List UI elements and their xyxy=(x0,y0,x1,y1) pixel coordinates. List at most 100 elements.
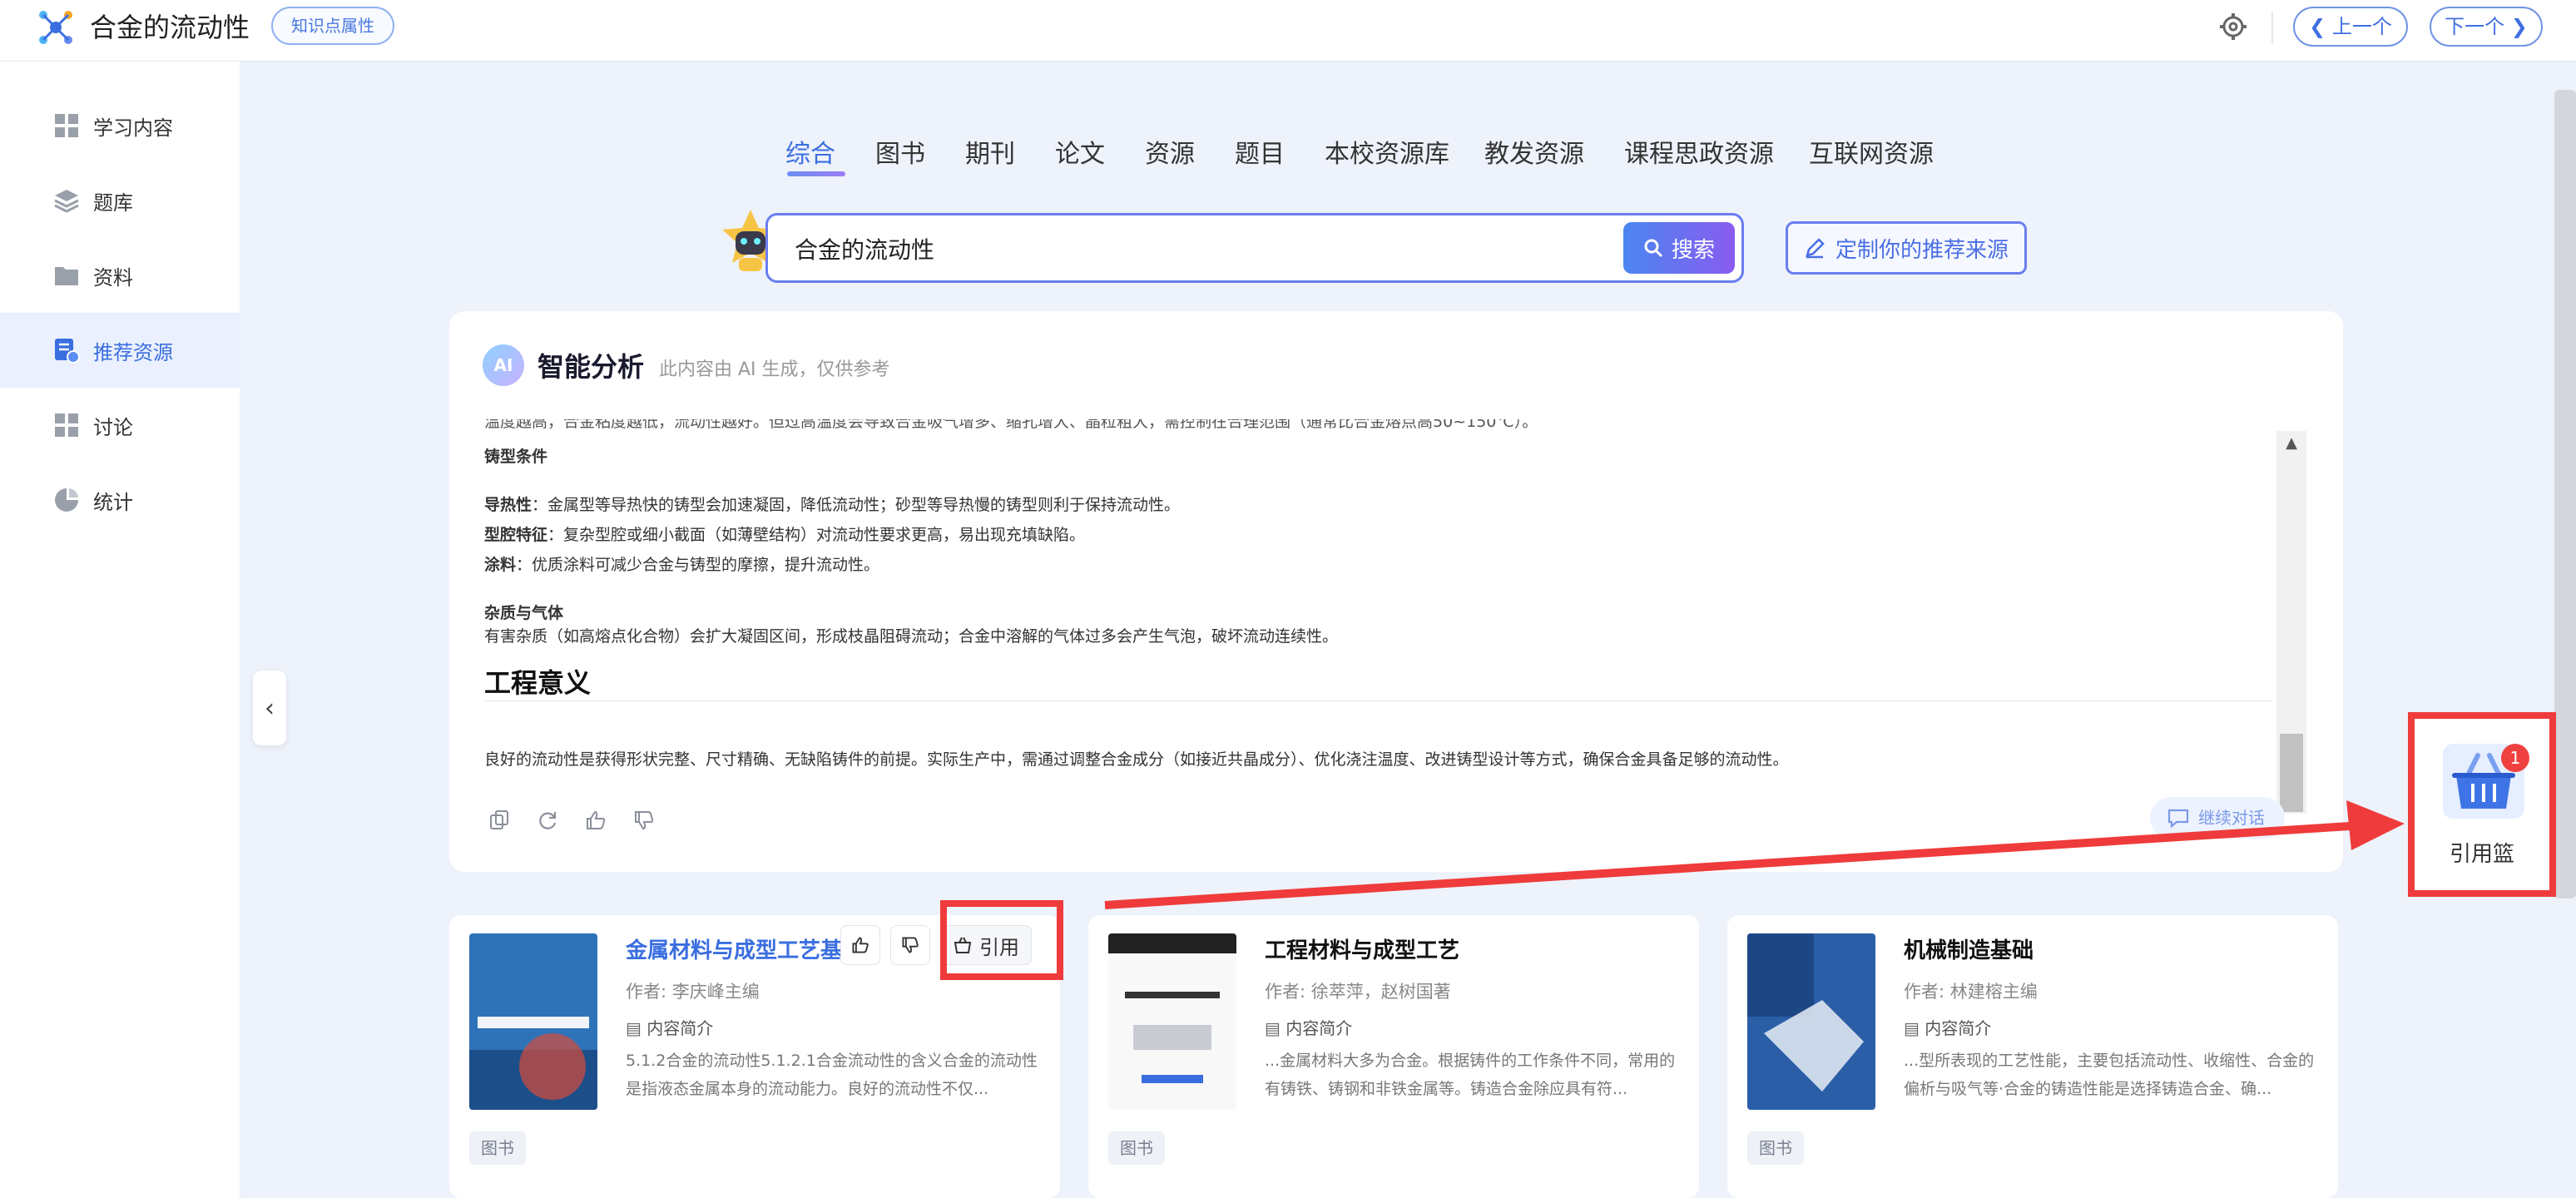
tab-internet[interactable]: 互联网资源 xyxy=(1809,133,1934,170)
ai-title: 智能分析 xyxy=(537,351,645,383)
sidebar-item-label: 讨论 xyxy=(93,415,133,439)
intro-text: 5.1.2合金的流动性5.1.2.1合金流动性的含义合金的流动性是指液态金属本身… xyxy=(626,1052,1038,1098)
tab-books[interactable]: 图书 xyxy=(875,133,925,170)
page-scrollbar[interactable] xyxy=(2554,90,2576,898)
tab-comprehensive[interactable]: 综合 xyxy=(785,133,835,170)
book-title[interactable]: 机械制造基础 xyxy=(1904,933,2034,964)
thumbs-down-icon xyxy=(902,937,919,953)
book-title[interactable]: 工程材料与成型工艺 xyxy=(1265,933,1459,964)
tab-questions[interactable]: 题目 xyxy=(1235,133,1285,170)
type-tag: 图书 xyxy=(469,1131,526,1165)
page-title: 合金的流动性 xyxy=(90,12,250,43)
ai-cut-line: 温度越高，合金粘度越低，流动性越好。但过高温度会导致合金吸气增多、缩孔增大、晶粒… xyxy=(484,419,1538,431)
search-box: 搜索 xyxy=(765,213,1744,283)
cite-highlight-box xyxy=(940,900,1063,980)
intro-label: 内容简介 xyxy=(626,1015,713,1039)
sidebar-item-label: 推荐资源 xyxy=(93,340,173,364)
prev-button[interactable]: ❮ 上一个 xyxy=(2293,7,2408,47)
book-cover-image xyxy=(469,933,597,1110)
gear-icon[interactable] xyxy=(2217,10,2250,43)
ai-text: ：优质涂料可减少合金与铸型的摩擦，提升流动性。 xyxy=(516,556,880,574)
result-card[interactable]: 机械制造基础 作者: 林建榕主编 内容简介 ...型所表现的工艺性能，主要包括流… xyxy=(1727,915,2338,1198)
ai-line-cavity: 型腔特征：复杂型腔或细小截面（如薄壁结构）对流动性要求更高，易出现充填缺陷。 xyxy=(484,522,1085,545)
ai-line-thermal: 导热性：金属型等导热快的铸型会加速凝固，降低流动性；砂型等导热慢的铸型则利于保持… xyxy=(484,493,1180,515)
sidebar-item-label: 学习内容 xyxy=(93,116,173,140)
intro-text: ...金属材料大多为合金。根据铸件的工作条件不同，常用的有铸铁、铸钢和非铁金属等… xyxy=(1265,1052,1676,1098)
search-icon xyxy=(1644,239,1663,258)
ai-disclaimer: 此内容由 AI 生成，仅供参考 xyxy=(659,359,890,380)
search-button-label: 搜索 xyxy=(1671,237,1715,263)
sidebar-item-recommend[interactable]: 推荐资源 xyxy=(0,313,240,388)
knowledge-attr-badge[interactable]: 知识点属性 xyxy=(271,7,394,45)
continue-chat-label: 继续对话 xyxy=(2198,808,2265,828)
chat-icon xyxy=(2167,809,2189,829)
ai-heading-impurity: 杂质与气体 xyxy=(484,601,563,623)
like-button[interactable] xyxy=(840,925,880,965)
sidebar-item-label: 题库 xyxy=(93,191,133,215)
recommend-icon xyxy=(55,339,80,364)
header-divider xyxy=(2271,12,2273,43)
ai-analysis-panel: AI 智能分析 此内容由 AI 生成，仅供参考 温度越高，合金粘度越低，流动性越… xyxy=(449,311,2343,872)
book-title[interactable]: 金属材料与成型工艺基 xyxy=(626,933,842,964)
book-author: 作者: 林建榕主编 xyxy=(1904,982,2038,1002)
ai-key: 涂料 xyxy=(484,556,517,574)
intro-text: ...型所表现的工艺性能，主要包括流动性、收缩性、合金的偏析与吸气等·合金的铸造… xyxy=(1904,1052,2315,1098)
dislike-button[interactable] xyxy=(890,925,930,965)
copy-icon[interactable] xyxy=(488,809,511,832)
continue-chat-button[interactable]: 继续对话 xyxy=(2150,797,2285,839)
chevron-left-icon: ‹ xyxy=(265,693,275,723)
type-tag: 图书 xyxy=(1108,1131,1165,1165)
tab-papers[interactable]: 论文 xyxy=(1055,133,1105,170)
ai-line-coating: 涂料：优质涂料可减少合金与铸型的摩擦，提升流动性。 xyxy=(484,552,879,575)
result-card[interactable]: 工程材料与成型工艺 作者: 徐萃萍，赵树国著 内容简介 ...金属材料大多为合金… xyxy=(1088,915,1699,1198)
thumbs-up-icon xyxy=(852,937,869,953)
sidebar-item-learning[interactable]: 学习内容 xyxy=(0,88,240,163)
ai-text: ：金属型等导热快的铸型会加速凝固，降低流动性；砂型等导热慢的铸型则利于保持流动性… xyxy=(532,496,1181,514)
top-header: 合金的流动性 知识点属性 ❮ 上一个 下一个 ❯ xyxy=(0,0,2576,62)
book-cover-image xyxy=(1747,933,1875,1110)
refresh-icon[interactable] xyxy=(536,809,559,832)
sidebar-collapse-handle[interactable]: ‹ xyxy=(253,671,286,745)
tab-school-library[interactable]: 本校资源库 xyxy=(1325,133,1449,170)
ai-text: ：复杂型腔或细小截面（如薄壁结构）对流动性要求更高，易出现充填缺陷。 xyxy=(547,526,1086,544)
app-logo-icon xyxy=(39,11,72,44)
sidebar-item-question-bank[interactable]: 题库 xyxy=(0,163,240,238)
thumbs-down-icon[interactable] xyxy=(632,809,656,832)
tab-journals[interactable]: 期刊 xyxy=(965,133,1015,170)
search-button[interactable]: 搜索 xyxy=(1623,222,1735,274)
tab-ideology-course[interactable]: 课程思政资源 xyxy=(1624,133,1774,170)
thumbs-up-icon[interactable] xyxy=(584,809,607,832)
sidebar-item-discussion[interactable]: 讨论 xyxy=(0,388,240,463)
intro-label: 内容简介 xyxy=(1904,1015,1991,1039)
sidebar: 学习内容 题库 资料 推荐资源 讨论 统计 xyxy=(0,62,240,1198)
customize-source-button[interactable]: 定制你的推荐来源 xyxy=(1786,221,2027,275)
ai-key: 型腔特征 xyxy=(484,526,548,544)
sidebar-item-statistics[interactable]: 统计 xyxy=(0,463,240,537)
sidebar-item-label: 资料 xyxy=(93,265,133,290)
next-button[interactable]: 下一个 ❯ xyxy=(2430,7,2543,47)
folder-icon xyxy=(55,267,78,285)
grid-icon xyxy=(55,413,78,437)
ai-scrollbar-thumb[interactable] xyxy=(2280,734,2303,812)
book-author: 作者: 徐萃萍，赵树国著 xyxy=(1265,982,1451,1002)
ai-heading-mold-text: 铸型条件 xyxy=(484,448,548,466)
search-input[interactable] xyxy=(795,227,1543,270)
pie-chart-icon xyxy=(55,488,78,512)
ai-key: 导热性 xyxy=(484,496,533,514)
tab-resources[interactable]: 资源 xyxy=(1145,133,1195,170)
customize-source-label: 定制你的推荐来源 xyxy=(1835,237,2009,263)
scroll-up-arrow-icon[interactable]: ▲ xyxy=(2276,431,2306,456)
active-tab-indicator xyxy=(787,171,845,176)
book-author: 作者: 李庆峰主编 xyxy=(626,982,760,1002)
ai-line-engineering: 良好的流动性是获得形状完整、尺寸精确、无缺陷铸件的前提。实际生产中，需通过调整合… xyxy=(484,750,1789,769)
ai-heading-engineering: 工程意义 xyxy=(484,667,592,699)
ai-line-impurity: 有害杂质（如高熔点化合物）会扩大凝固区间，形成枝晶阻碍流动；合金中溶解的气体过多… xyxy=(484,627,1339,646)
layers-icon xyxy=(54,190,79,213)
edit-icon xyxy=(1806,238,1825,259)
tab-teaching-dev[interactable]: 教发资源 xyxy=(1484,133,1584,170)
citation-basket[interactable]: 1 引用篮 xyxy=(2408,712,2556,897)
sidebar-item-materials[interactable]: 资料 xyxy=(0,238,240,313)
ai-heading-mold: 铸型条件 xyxy=(484,444,547,467)
basket-count-badge: 1 xyxy=(2501,744,2529,772)
type-tag: 图书 xyxy=(1747,1131,1804,1165)
